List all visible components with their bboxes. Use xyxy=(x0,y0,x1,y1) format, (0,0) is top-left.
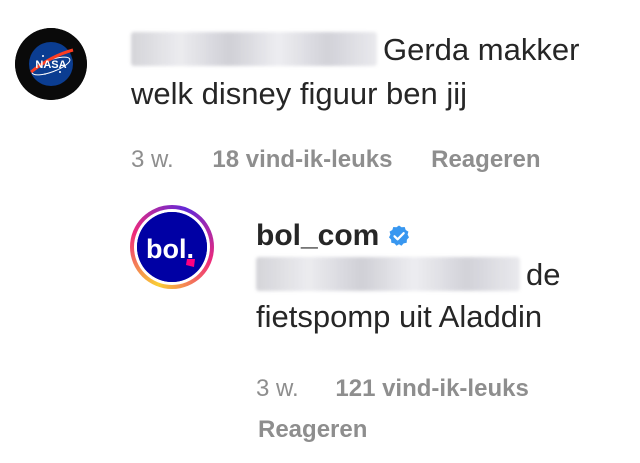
comment-meta: 3 w. 18 vind-ik-leuks Reageren xyxy=(131,146,541,174)
nasa-logo-text: NASA xyxy=(35,59,66,71)
reply-meta: 3 w. 121 vind-ik-leuks xyxy=(256,375,529,403)
blurred-mention[interactable] xyxy=(256,257,520,291)
bol-logo-container: bol. xyxy=(137,212,207,282)
reply-comment: bol. bol_com de fietspomp uit Aladdin 3 … xyxy=(0,190,640,463)
avatar-bol[interactable]: bol. xyxy=(130,205,214,289)
comment-time[interactable]: 3 w. xyxy=(131,146,174,173)
reply-body-line1: de xyxy=(526,257,561,292)
avatar-nasa[interactable]: NASA xyxy=(15,28,87,100)
reply-text: de fietspomp uit Aladdin xyxy=(256,254,586,338)
bol-logo-text: bol. xyxy=(146,234,194,264)
comment-text: Gerda makker welk disney figuur ben jij xyxy=(131,28,611,116)
nasa-logo-icon: NASA xyxy=(15,28,87,100)
blurred-mention[interactable] xyxy=(131,32,377,66)
reply-header: bol_com xyxy=(256,218,411,254)
bol-logo-icon: bol. xyxy=(137,212,207,282)
username[interactable]: bol_com xyxy=(256,219,379,253)
reply-button[interactable]: Reageren xyxy=(431,146,540,173)
reply-likes[interactable]: 121 vind-ik-leuks xyxy=(335,375,528,402)
verified-badge-icon xyxy=(387,224,411,248)
reply-time[interactable]: 3 w. xyxy=(256,375,299,402)
reply-body-line2: fietspomp uit Aladdin xyxy=(256,299,543,334)
comment: NASA Gerda makker welk disney figuur ben… xyxy=(0,0,640,190)
reply-reply-button[interactable]: Reageren xyxy=(258,416,367,444)
comment-likes[interactable]: 18 vind-ik-leuks xyxy=(212,146,392,173)
